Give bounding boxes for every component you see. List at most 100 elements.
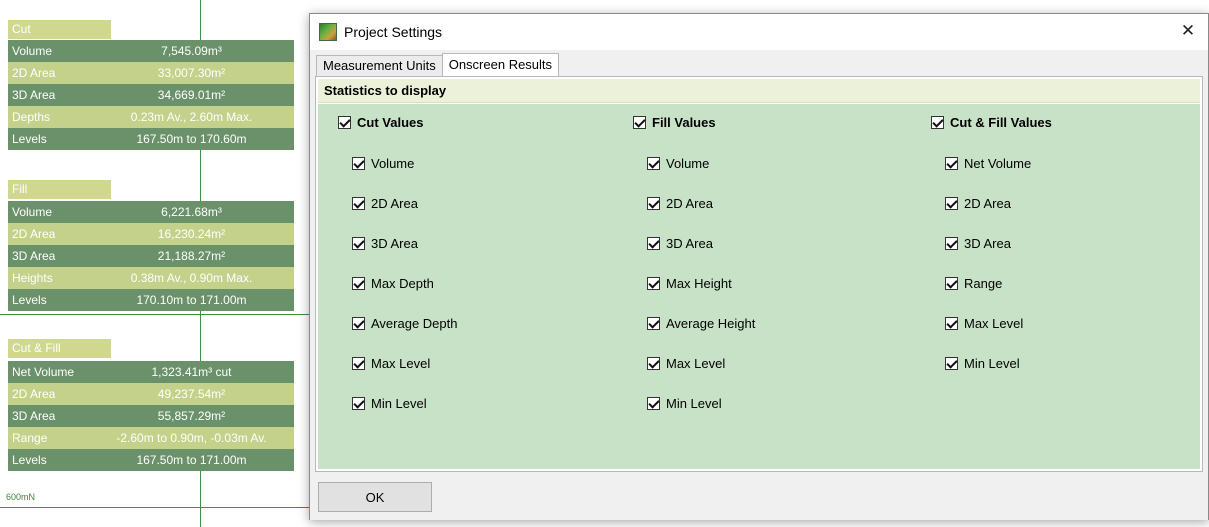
statistic-checkbox[interactable]: Average Height <box>647 316 755 331</box>
checkbox-checked-icon[interactable] <box>352 237 365 250</box>
dialog-footer: OK <box>310 476 1208 520</box>
checkbox-label: Volume <box>371 156 415 171</box>
checkbox-checked-icon[interactable] <box>352 277 365 290</box>
stat-row: Depths 0.23m Av., 2.60m Max. <box>8 106 294 128</box>
checkbox-checked-icon[interactable] <box>945 357 958 370</box>
stat-value: 0.38m Av., 0.90m Max. <box>130 271 253 285</box>
statistic-checkbox[interactable]: Max Depth <box>352 276 434 291</box>
tab-strip: Measurement Units Onscreen Results <box>316 52 560 77</box>
statistic-checkbox[interactable]: Min Level <box>945 356 1020 371</box>
checkbox-checked-icon[interactable] <box>647 277 660 290</box>
statistic-checkbox[interactable]: Max Level <box>945 316 1023 331</box>
tab-measurement-units[interactable]: Measurement Units <box>316 55 443 76</box>
statistic-checkbox[interactable]: Range <box>945 276 1002 291</box>
stat-value: 167.50m to 170.60m <box>136 132 247 146</box>
checkbox-checked-icon[interactable] <box>931 116 944 129</box>
column-header-label: Fill Values <box>652 115 716 130</box>
statistic-checkbox[interactable]: Max Level <box>352 356 430 371</box>
checkbox-checked-icon[interactable] <box>352 357 365 370</box>
checkbox-checked-icon[interactable] <box>338 116 351 129</box>
stat-value: 34,669.01m² <box>157 88 226 102</box>
checkbox-label: 3D Area <box>964 236 1011 251</box>
checkbox-label: Min Level <box>666 396 722 411</box>
statistic-checkbox[interactable]: 3D Area <box>352 236 418 251</box>
dialog-titlebar[interactable]: Project Settings ✕ <box>310 14 1208 50</box>
stat-label: Range <box>12 431 48 445</box>
checkbox-checked-icon[interactable] <box>352 397 365 410</box>
stat-label: 2D Area <box>12 387 56 401</box>
checkbox-label: 3D Area <box>371 236 418 251</box>
checkbox-checked-icon[interactable] <box>647 317 660 330</box>
checkbox-checked-icon[interactable] <box>945 197 958 210</box>
stat-value: 55,857.29m² <box>157 409 226 423</box>
stat-label: Levels <box>12 453 47 467</box>
statistic-checkbox[interactable]: Volume <box>352 156 414 171</box>
statistic-checkbox[interactable]: Min Level <box>352 396 427 411</box>
ok-button[interactable]: OK <box>318 482 432 512</box>
stat-row: 2D Area 49,237.54m² <box>8 383 294 405</box>
section-header: Statistics to display <box>318 79 1200 103</box>
column-header-label: Cut Values <box>357 115 424 130</box>
stat-row: 3D Area 21,188.27m² <box>8 245 294 267</box>
checkbox-label: Max Level <box>371 356 431 371</box>
stat-label: 2D Area <box>12 66 56 80</box>
checkbox-checked-icon[interactable] <box>352 317 365 330</box>
checkbox-label: 2D Area <box>371 196 418 211</box>
checkbox-label: Min Level <box>371 396 427 411</box>
stat-label: Levels <box>12 132 47 146</box>
checkbox-checked-icon[interactable] <box>352 157 365 170</box>
tab-onscreen-results[interactable]: Onscreen Results <box>441 53 560 77</box>
checkbox-checked-icon[interactable] <box>352 197 365 210</box>
checkbox-checked-icon[interactable] <box>945 157 958 170</box>
statistic-checkbox[interactable]: Average Depth <box>352 316 458 331</box>
checkbox-label: Volume <box>666 156 710 171</box>
stat-row: Net Volume 1,323.41m³ cut <box>8 361 294 383</box>
stat-row: 3D Area 55,857.29m² <box>8 405 294 427</box>
close-icon: ✕ <box>1180 21 1196 40</box>
checkbox-label: Min Level <box>964 356 1020 371</box>
checkbox-checked-icon[interactable] <box>945 317 958 330</box>
checkbox-checked-icon[interactable] <box>945 277 958 290</box>
stat-label: Volume <box>12 205 53 219</box>
statistic-checkbox[interactable]: 2D Area <box>945 196 1011 211</box>
checkbox-checked-icon[interactable] <box>647 397 660 410</box>
cutfill-panel-title: Cut & Fill <box>8 339 111 358</box>
statistic-checkbox[interactable]: Volume <box>647 156 709 171</box>
checkbox-label: Average Depth <box>371 316 458 331</box>
checkbox-checked-icon[interactable] <box>647 157 660 170</box>
cut-panel-title: Cut <box>8 20 111 39</box>
checkbox-checked-icon[interactable] <box>945 237 958 250</box>
stat-value: 21,188.27m² <box>157 249 226 263</box>
stat-label: Net Volume <box>12 365 75 379</box>
stat-row: Levels 167.50m to 171.00m <box>8 449 294 471</box>
stat-value: 0.23m Av., 2.60m Max. <box>130 110 253 124</box>
tab-content: Statistics to display Cut Values Volume 2D… <box>315 76 1203 472</box>
column-header-checkbox[interactable]: Cut Values <box>338 115 423 130</box>
stat-row: Volume 6,221.68m³ <box>8 201 294 223</box>
stat-row: 2D Area 16,230.24m² <box>8 223 294 245</box>
statistic-checkbox[interactable]: Min Level <box>647 396 722 411</box>
statistic-checkbox[interactable]: 3D Area <box>647 236 713 251</box>
statistic-checkbox[interactable]: Max Height <box>647 276 732 291</box>
stat-value: 1,323.41m³ cut <box>151 365 232 379</box>
statistic-checkbox[interactable]: 3D Area <box>945 236 1011 251</box>
stat-row: Heights 0.38m Av., 0.90m Max. <box>8 267 294 289</box>
column-header-checkbox[interactable]: Cut & Fill Values <box>931 115 1052 130</box>
statistic-checkbox[interactable]: 2D Area <box>647 196 713 211</box>
app-icon <box>319 23 337 41</box>
statistic-checkbox[interactable]: Max Level <box>647 356 725 371</box>
statistic-checkbox[interactable]: 2D Area <box>352 196 418 211</box>
close-button[interactable]: ✕ <box>1178 21 1198 41</box>
checkbox-checked-icon[interactable] <box>647 197 660 210</box>
checkbox-checked-icon[interactable] <box>633 116 646 129</box>
checkbox-label: 3D Area <box>666 236 713 251</box>
statistic-checkbox[interactable]: Net Volume <box>945 156 1031 171</box>
stat-row: Volume 7,545.09m³ <box>8 40 294 62</box>
stat-value: 6,221.68m³ <box>161 205 222 219</box>
stat-label: Levels <box>12 293 47 307</box>
column-header-checkbox[interactable]: Fill Values <box>633 115 716 130</box>
stat-label: 3D Area <box>12 88 56 102</box>
checkbox-checked-icon[interactable] <box>647 357 660 370</box>
stat-label: 3D Area <box>12 249 56 263</box>
checkbox-checked-icon[interactable] <box>647 237 660 250</box>
